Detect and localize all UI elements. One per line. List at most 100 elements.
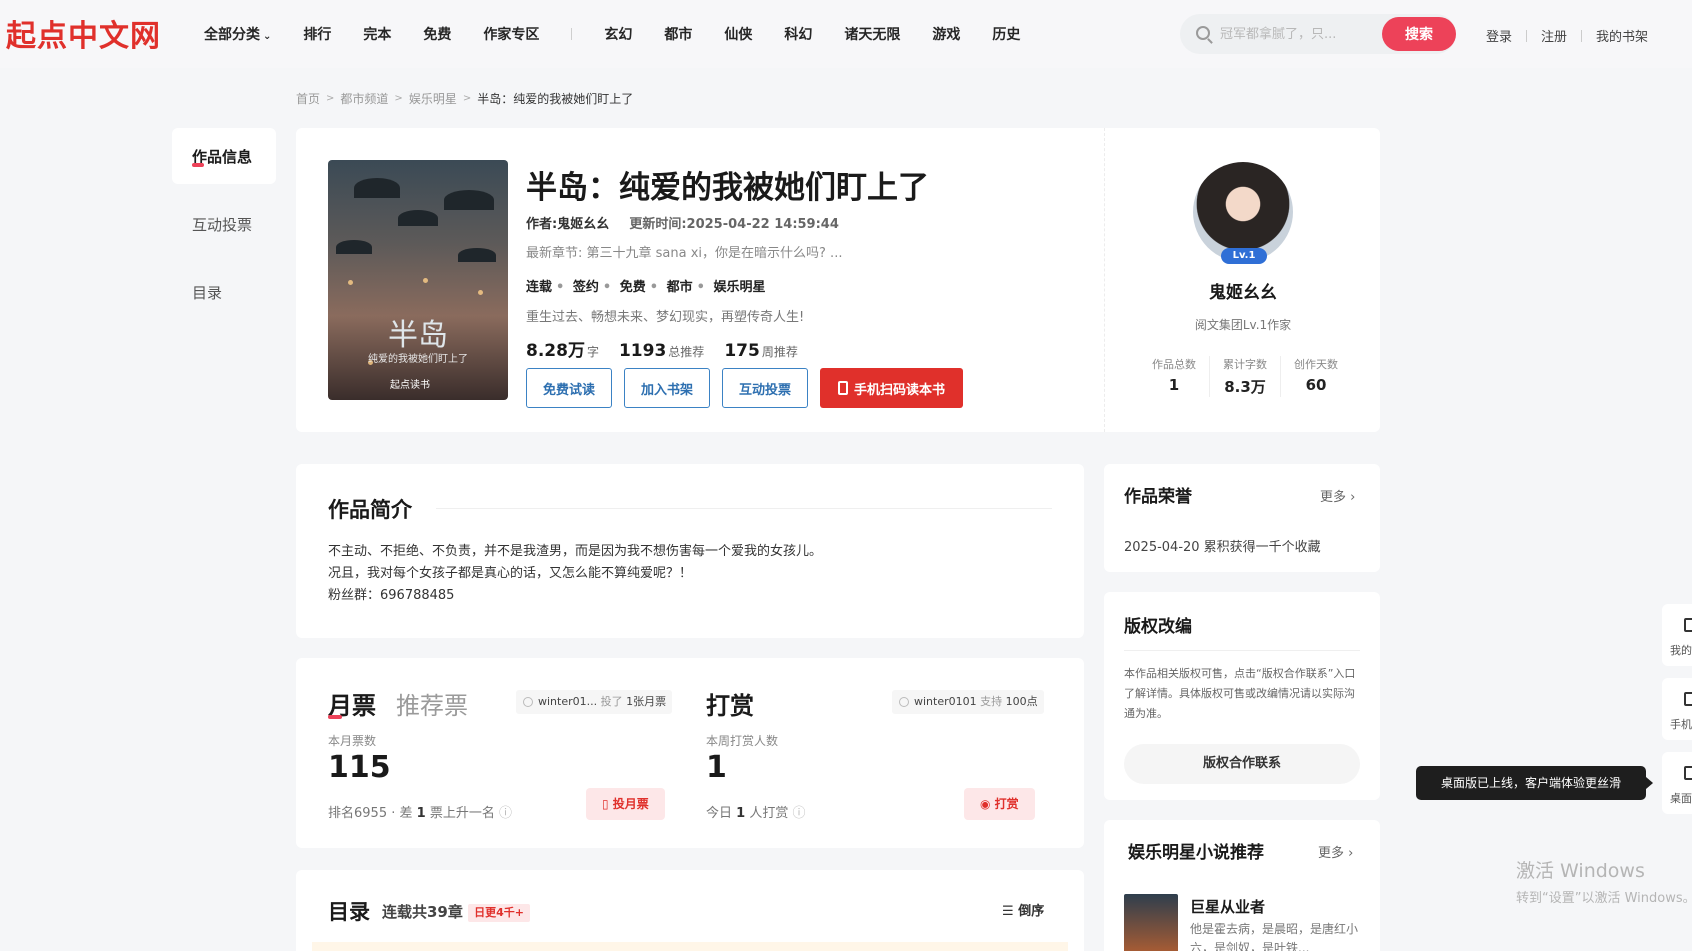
book-tags: 连载 • 签约 • 免费 • 都市 • 娱乐明星 [526, 280, 766, 295]
recommend-book-desc: 他是霍去病，是晨昭，是唐红小六，是剑奴，是叶铁... [1190, 922, 1359, 951]
reward-button[interactable]: ◉ 打赏 [964, 788, 1035, 820]
breadcrumb-category[interactable]: 娱乐明星 [409, 90, 457, 107]
umbrella-shape [444, 190, 494, 210]
copyright-text: 本作品相关版权可售，点击“版权合作联系”入口了解详情。具体版权可售或改编情况请以… [1124, 667, 1356, 720]
monthly-ticket-notice: winter01... 投了 1张月票 [516, 690, 673, 714]
side-tab-book-info[interactable]: 作品信息 [172, 128, 276, 184]
nav-infinite[interactable]: 诸天无限 [844, 24, 900, 44]
book-meta: 作者:鬼姬幺幺 更新时间:2025-04-22 14:59:44 [526, 213, 839, 232]
nav-free[interactable]: 免费 [423, 24, 451, 44]
side-tab-catalog[interactable]: 目录 [172, 264, 276, 320]
book-title: 半岛：纯爱的我被她们盯上了 [526, 170, 929, 206]
tag-entertainment[interactable]: 娱乐明星 [713, 280, 765, 295]
author-stats: 作品总数 1 累计字数 8.3万 创作天数 60 [1139, 356, 1351, 397]
copyright-title: 版权改编 [1124, 617, 1192, 637]
nav-finished[interactable]: 完本 [363, 24, 391, 44]
site-logo[interactable]: 起点中文网 [6, 11, 161, 55]
cover-subtitle: 纯爱的我被她们盯上了 [368, 354, 468, 365]
sort-reverse-button[interactable]: ☰ 倒序 [1002, 900, 1044, 919]
fan-group-number: 粉丝群：696788485 [328, 588, 455, 603]
recommend-title: 娱乐明星小说推荐 [1128, 843, 1264, 863]
float-desktop-tab[interactable]: 桌面 [1662, 752, 1692, 814]
book-actions: 免费试读 加入书架 互动投票 手机扫码读本书 [526, 368, 964, 408]
author-avatar[interactable] [1193, 162, 1293, 262]
nav-divider [571, 28, 573, 40]
breadcrumb-home[interactable]: 首页 [296, 90, 320, 107]
vote-monthly-button[interactable]: ▯ 投月票 [586, 788, 665, 820]
tab-monthly-ticket[interactable]: 月票 [328, 686, 376, 721]
windows-activation-watermark: 激活 Windows 转到“设置”以激活 Windows。 [1516, 860, 1692, 906]
honor-card: 作品荣誉 更多 › 2025-04-20 累积获得一千个收藏 [1104, 464, 1380, 572]
help-icon[interactable]: ⓘ [499, 806, 512, 821]
tab-recommend-ticket[interactable]: 推荐票 [396, 686, 468, 721]
scan-read-label: 手机扫码读本书 [854, 382, 946, 398]
tag-free: 免费 [619, 280, 646, 295]
divider [436, 508, 1052, 509]
nav-fantasy[interactable]: 玄幻 [604, 24, 632, 44]
book-cover[interactable]: 半岛 纯爱的我被她们盯上了 起点读书 [328, 160, 508, 400]
tag-serial: 连载 [526, 280, 553, 295]
umbrella-shape [398, 210, 438, 226]
search-button[interactable]: 搜索 [1382, 17, 1456, 51]
desktop-tooltip: 桌面版已上线，客户端体验更丝滑 [1416, 766, 1653, 800]
book-slogan: 重生过去、畅想未来、梦幻现实，再塑传奇人生! [526, 310, 805, 325]
nav-all-categories[interactable]: 全部分类 ⌄ [204, 24, 271, 44]
breadcrumb-channel[interactable]: 都市频道 [340, 90, 388, 107]
honor-more-link[interactable]: 更多 › [1320, 486, 1355, 505]
word-count-unit: 字 [586, 345, 599, 359]
recommend-book-cover[interactable] [1124, 894, 1178, 951]
nav-scifi[interactable]: 科幻 [784, 24, 812, 44]
copyright-card: 版权改编 本作品相关版权可售，点击“版权合作联系”入口了解详情。具体版权可售或改… [1104, 592, 1380, 800]
free-read-button[interactable]: 免费试读 [526, 368, 613, 408]
light-dot [423, 278, 428, 283]
umbrella-shape [336, 240, 372, 254]
float-my-tab[interactable]: 我的 [1662, 604, 1692, 666]
breadcrumb-current: 半岛：纯爱的我被她们盯上了 [477, 92, 634, 106]
side-tab-vote[interactable]: 互动投票 [172, 196, 276, 252]
nav-game[interactable]: 游戏 [932, 24, 960, 44]
book-info-card: 半岛 纯爱的我被她们盯上了 起点读书 半岛：纯爱的我被她们盯上了 作者:鬼姬幺幺… [296, 128, 1380, 432]
author-label[interactable]: 作者:鬼姬幺幺 [526, 217, 609, 232]
nav-xianxia[interactable]: 仙侠 [724, 24, 752, 44]
tag-urban[interactable]: 都市 [667, 280, 693, 295]
rank-info: 排名6955 · 差 1 票上升一名 ⓘ [328, 806, 512, 821]
author-stat-works: 作品总数 1 [1139, 356, 1210, 397]
recommend-card: 娱乐明星小说推荐 更多 › 巨星从业者 他是霍去病，是晨昭，是唐红小六，是剑奴，… [1104, 820, 1380, 951]
author-panel: Lv.1 鬼姬幺幺 阅文集团Lv.1作家 作品总数 1 累计字数 8.3万 创作… [1104, 128, 1380, 432]
recommend-more-link[interactable]: 更多 › [1318, 842, 1353, 861]
tab-reward[interactable]: 打赏 [706, 686, 754, 721]
monthly-count: 115 [328, 750, 391, 785]
intro-card: 作品简介 不主动、不拒绝、不负责，并不是我渣男，而是因为我不想伤害每一个爱我的女… [296, 464, 1084, 638]
reward-count-label: 本周打赏人数 [706, 734, 779, 748]
update-badge: 日更4千+ [468, 903, 530, 922]
link-divider [1526, 29, 1528, 42]
divider [1124, 650, 1360, 651]
copyright-contact-button[interactable]: 版权合作联系 [1124, 744, 1360, 784]
add-bookshelf-button[interactable]: 加入书架 [624, 368, 711, 408]
help-icon[interactable]: ⓘ [793, 806, 806, 821]
nav-history[interactable]: 历史 [992, 24, 1020, 44]
nav-writer-zone[interactable]: 作家专区 [483, 24, 539, 44]
today-reward-info: 今日 1 人打赏 ⓘ [706, 806, 806, 821]
week-rec-unit: 周推荐 [761, 345, 798, 359]
register-link[interactable]: 注册 [1541, 26, 1567, 45]
float-phone-tab[interactable]: 手机 [1662, 678, 1692, 740]
recommend-book-title[interactable]: 巨星从业者 [1190, 896, 1265, 917]
monthly-count-label: 本月票数 [328, 734, 377, 748]
umbrella-shape [458, 248, 496, 262]
chevron-right-icon: > [326, 93, 335, 104]
login-link[interactable]: 登录 [1486, 26, 1512, 45]
author-group: 阅文集团Lv.1作家 [1194, 318, 1292, 332]
scan-read-button[interactable]: 手机扫码读本书 [820, 368, 964, 408]
nav-urban[interactable]: 都市 [664, 24, 692, 44]
bookshelf-link[interactable]: 我的书架 [1596, 26, 1648, 45]
nav-rank[interactable]: 排行 [303, 24, 331, 44]
ticket-card: 月票 推荐票 winter01... 投了 1张月票 本月票数 115 排名69… [296, 658, 1084, 848]
author-name[interactable]: 鬼姬幺幺 [1105, 278, 1381, 303]
latest-chapter[interactable]: 最新章节: 第三十九章 sana xi，你是在暗示什么吗? ... [526, 242, 842, 261]
vote-button[interactable]: 互动投票 [722, 368, 809, 408]
umbrella-shape [354, 178, 400, 198]
chevron-down-icon: ⌄ [263, 31, 272, 42]
catalog-card: 目录 连载共39章 日更4千+ ☰ 倒序 [296, 870, 1084, 951]
search-input[interactable] [1220, 14, 1360, 54]
